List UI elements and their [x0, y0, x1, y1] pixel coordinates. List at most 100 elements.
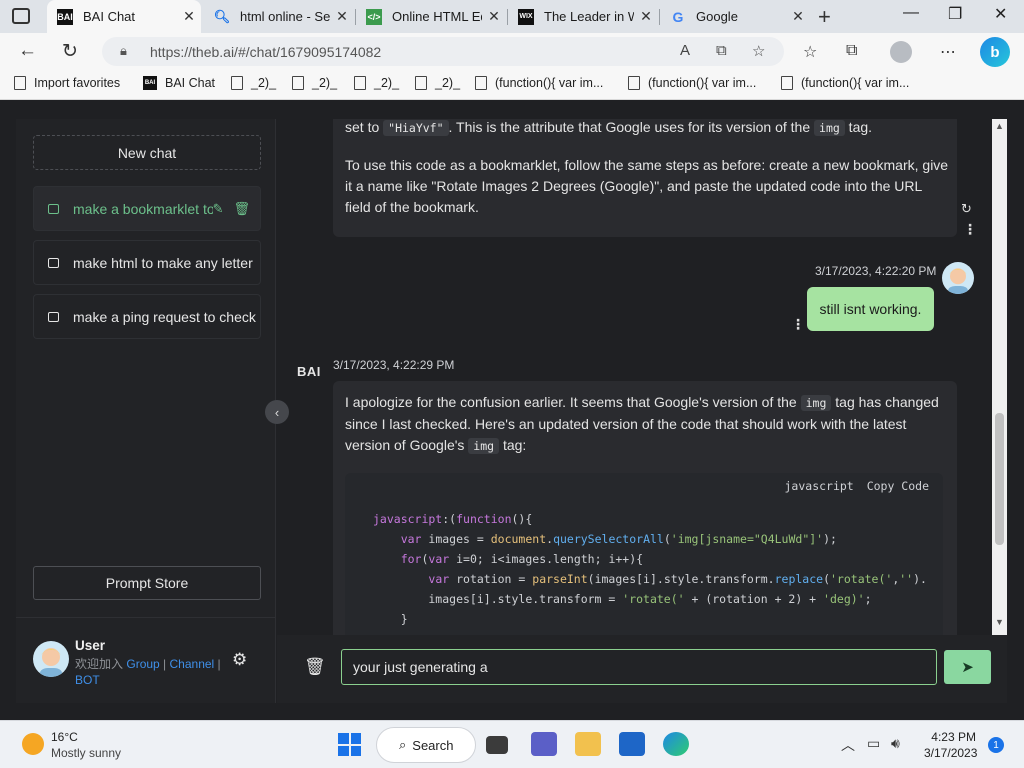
message-text: I apologize for the confusion earlier. I…: [345, 394, 939, 454]
add-favorite-icon[interactable]: ☆: [752, 42, 765, 60]
copy-code-button[interactable]: Copy Code: [867, 479, 929, 493]
regenerate-icon[interactable]: ↻: [961, 201, 972, 217]
send-button[interactable]: ➤: [944, 650, 991, 684]
network-icon[interactable]: ▭: [867, 735, 880, 752]
notification-badge[interactable]: 1: [988, 737, 1004, 753]
tab-actions-icon[interactable]: [12, 8, 30, 24]
code-line: for(var i=0; i<images.length; i++){: [400, 552, 644, 566]
code-header: javascript Copy Code: [785, 479, 930, 493]
tab-wix[interactable]: WIX The Leader in We ✕: [508, 0, 658, 33]
new-chat-button[interactable]: New chat: [33, 135, 261, 170]
scrollbar-thumb[interactable]: [995, 413, 1004, 545]
chat-icon: [48, 203, 59, 214]
ai-message: set to "HiaYvf". This is the attribute t…: [333, 119, 957, 237]
wix-icon: WIX: [518, 8, 534, 25]
weather-desc[interactable]: Mostly sunny: [51, 746, 121, 760]
message-text: set to "HiaYvf". This is the attribute t…: [345, 119, 873, 136]
chat-icon: [48, 311, 59, 322]
group-link[interactable]: Group: [126, 657, 159, 671]
chat-input-row: 🗑︎ ➤: [277, 635, 1007, 703]
bai-chat-app: New chat make a bookmarklet to rotate im…: [16, 119, 1007, 703]
taskbar: 16°C Mostly sunny ⌕ Search ︿ ▭ 🔊︎ 4:23 PM…: [0, 720, 1024, 768]
settings-icon[interactable]: ⚙: [232, 650, 247, 670]
bot-link[interactable]: BOT: [75, 673, 100, 687]
favorite-import[interactable]: Import favorites: [14, 76, 120, 90]
close-tab-icon[interactable]: ✕: [330, 8, 354, 25]
clear-chat-icon[interactable]: 🗑︎: [304, 657, 326, 677]
clock[interactable]: 4:23 PM 3/17/2023: [924, 729, 977, 761]
code-line: }: [373, 612, 408, 626]
taskbar-search[interactable]: ⌕ Search: [376, 727, 476, 763]
favorite-item[interactable]: (function(){ var im...: [781, 76, 909, 90]
store-icon[interactable]: [619, 732, 645, 756]
profile-icon[interactable]: [890, 41, 912, 63]
collections-icon[interactable]: ⧉: [846, 42, 857, 60]
restore-icon[interactable]: ❐: [948, 4, 962, 24]
message-timestamp: 3/17/2023, 4:22:29 PM: [333, 358, 455, 372]
tab-online-html-editor[interactable]: </> Online HTML Edit ✕: [356, 0, 506, 33]
weather-icon[interactable]: [22, 733, 44, 755]
more-menu-icon[interactable]: ⋯: [940, 42, 956, 62]
favorite-item[interactable]: _2)_: [415, 76, 460, 90]
url-bar[interactable]: 🔒︎ https://theb.ai/#/chat/1679095174082 …: [102, 37, 784, 66]
tab-html-online[interactable]: 🔍︎ html online - Sea ✕: [204, 0, 354, 33]
start-icon[interactable]: [338, 733, 361, 756]
minimize-icon[interactable]: —: [903, 4, 919, 22]
favorite-item[interactable]: _2)_: [292, 76, 337, 90]
tab-bai-chat[interactable]: BAI BAI Chat ✕: [47, 0, 201, 33]
favorite-item[interactable]: _2)_: [231, 76, 276, 90]
close-tab-icon[interactable]: ✕: [634, 8, 658, 25]
search-icon: ⌕: [399, 737, 407, 752]
prompt-store-button[interactable]: Prompt Store: [33, 566, 261, 600]
user-message: still isnt working.: [807, 287, 934, 331]
refresh-icon[interactable]: ↻: [62, 40, 78, 63]
conversation-item[interactable]: make html to make any letter: [33, 240, 261, 285]
channel-link[interactable]: Channel: [170, 657, 215, 671]
weather-temp[interactable]: 16°C: [51, 730, 78, 744]
edge-icon[interactable]: [663, 732, 689, 756]
more-options-icon[interactable]: ⋮: [963, 221, 977, 238]
chat-input[interactable]: [341, 649, 937, 685]
message-text: To use this code as a bookmarklet, follo…: [345, 157, 949, 215]
scroll-down-icon[interactable]: ▼: [995, 617, 1004, 627]
task-view-icon[interactable]: [486, 736, 508, 754]
code-block: javascript Copy Code javascript:(functio…: [345, 473, 943, 635]
favorite-item[interactable]: (function(){ var im...: [628, 76, 756, 90]
user-panel: User 欢迎加入 Group | Channel | BOT ⚙: [16, 617, 276, 703]
address-bar-row: ← ↻ 🔒︎ https://theb.ai/#/chat/1679095174…: [0, 33, 1024, 70]
tab-strip: BAI BAI Chat ✕ 🔍︎ html online - Sea ✕ </…: [0, 0, 1024, 33]
avatar: [33, 641, 69, 677]
conversation-item[interactable]: make a ping request to check: [33, 294, 261, 339]
avatar: [942, 262, 974, 294]
close-tab-icon[interactable]: ✕: [177, 8, 201, 25]
immersive-reader-icon[interactable]: ⧉: [716, 42, 727, 59]
user-name: User: [75, 638, 106, 653]
chat-area: set to "HiaYvf". This is the attribute t…: [277, 119, 992, 635]
chat-scrollbar[interactable]: ▲ ▼: [992, 119, 1007, 635]
file-explorer-icon[interactable]: [575, 732, 601, 756]
code-line: images[i].style.transform = 'rotate(' + …: [373, 592, 872, 606]
favorites-icon[interactable]: ☆: [803, 42, 817, 62]
code-line: var images = document.querySelectorAll('…: [400, 532, 837, 546]
edit-icon[interactable]: ✎: [213, 201, 224, 217]
close-tab-icon[interactable]: ✕: [482, 8, 506, 25]
bing-icon[interactable]: b: [980, 37, 1010, 67]
scroll-up-icon[interactable]: ▲: [995, 121, 1004, 131]
delete-icon[interactable]: 🗑︎: [233, 201, 250, 217]
conversation-item[interactable]: make a bookmarklet to rotate images ✎ 🗑︎: [33, 186, 261, 231]
close-window-icon[interactable]: ✕: [994, 4, 1007, 24]
favorite-item[interactable]: (function(){ var im...: [475, 76, 603, 90]
teams-icon[interactable]: [531, 732, 557, 756]
more-options-icon[interactable]: ⋮: [791, 316, 805, 333]
read-aloud-icon[interactable]: A: [680, 42, 690, 59]
back-icon[interactable]: ←: [18, 40, 37, 62]
favorite-item[interactable]: _2)_: [354, 76, 399, 90]
favorite-bai-chat[interactable]: BAI BAI Chat: [143, 76, 215, 90]
close-tab-icon[interactable]: ✕: [786, 8, 810, 25]
new-tab-icon[interactable]: +: [818, 4, 831, 30]
code-language: javascript: [784, 479, 854, 493]
show-hidden-icons-icon[interactable]: ︿: [841, 735, 855, 755]
url-text[interactable]: https://theb.ai/#/chat/1679095174082: [150, 44, 381, 60]
tab-google[interactable]: G Google ✕: [660, 0, 810, 33]
volume-icon[interactable]: 🔊︎: [891, 735, 900, 752]
